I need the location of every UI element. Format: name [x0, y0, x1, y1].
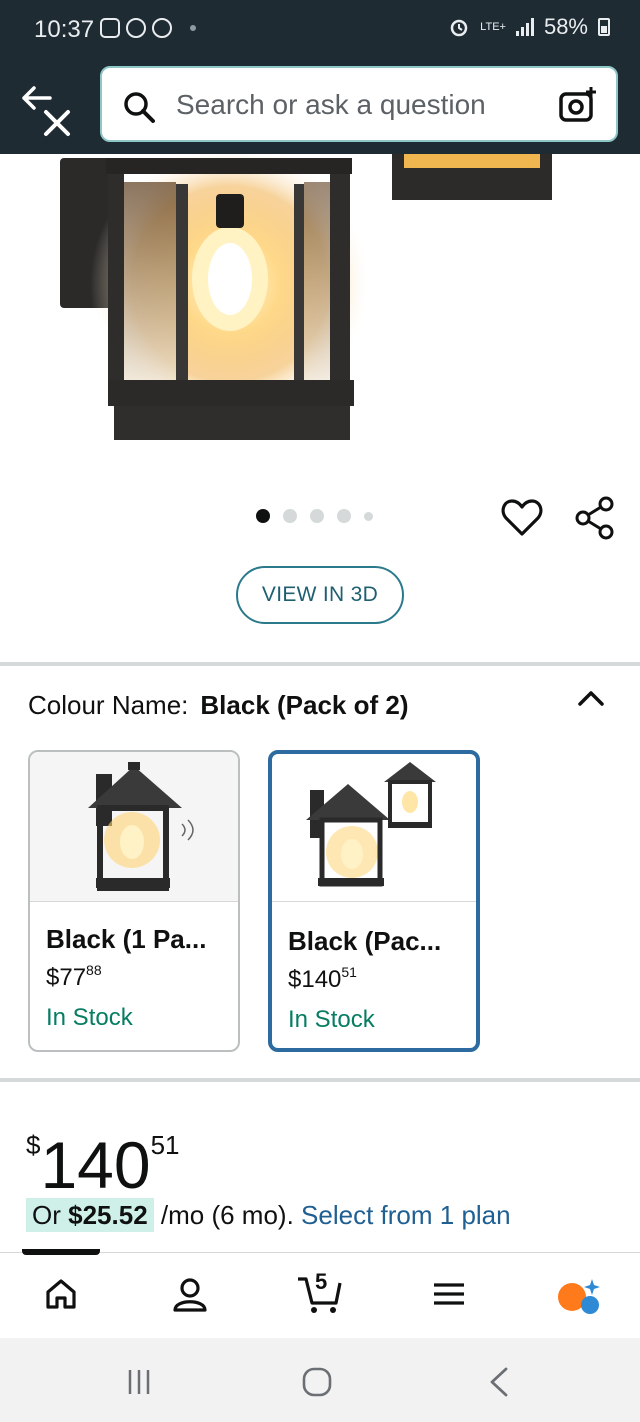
home-system-icon[interactable] [300, 1366, 336, 1398]
carousel-dot[interactable] [337, 509, 351, 523]
status-right: LTE+ 58% [448, 14, 610, 40]
app-notification-icon [152, 18, 172, 38]
battery-percent: 58% [543, 14, 588, 39]
section-divider [0, 662, 640, 666]
back-close-icon[interactable] [20, 82, 76, 138]
rufus-ai-icon[interactable] [554, 1277, 602, 1317]
app-header: 10:37 LTE+ 58% Search or ask a question [0, 0, 640, 154]
price-currency: $ [26, 1130, 41, 1160]
system-navigation-bar [0, 1338, 640, 1422]
cart-count: 5 [315, 1269, 328, 1294]
financing-term: /mo (6 mo). [160, 1200, 294, 1230]
status-time: 10:37 [34, 16, 95, 43]
more-notifications-dot [190, 25, 196, 31]
cart-button[interactable]: 5 [296, 1269, 344, 1315]
monthly-amount: $25.52 [68, 1200, 148, 1230]
heart-icon[interactable] [500, 496, 544, 540]
active-tab-indicator [22, 1249, 100, 1255]
swatch-image [30, 752, 238, 902]
back-icon[interactable] [486, 1366, 512, 1398]
network-type: LTE+ [480, 20, 506, 33]
github-notification-icon [126, 18, 146, 38]
account-icon[interactable] [172, 1277, 208, 1313]
monthly-payment-highlight: Or $25.52 [26, 1198, 154, 1232]
product-price: $14051 [26, 1112, 180, 1198]
view-in-3d-button[interactable]: VIEW IN 3D [236, 566, 404, 624]
carousel-dot[interactable] [364, 511, 373, 521]
recent-apps-icon[interactable] [124, 1368, 154, 1396]
single-lantern-thumbnail [88, 762, 194, 891]
search-icon [124, 92, 155, 123]
swatch-price-whole: $77 [46, 964, 87, 991]
swatch-price-whole: $140 [288, 966, 342, 993]
carousel-dot[interactable] [256, 509, 270, 523]
carousel-dot[interactable] [310, 509, 324, 523]
chevron-up-icon[interactable] [576, 684, 606, 714]
signal-icon [515, 18, 534, 36]
swatch-price-cents: 88 [86, 962, 102, 978]
swatch-stock-status: In Stock [46, 1004, 133, 1031]
share-icon[interactable] [574, 496, 616, 540]
swatch-stock-status: In Stock [288, 1006, 375, 1033]
carousel-dot[interactable] [283, 509, 297, 523]
price-whole: 140 [40, 1128, 151, 1202]
search-bar[interactable]: Search or ask a question [100, 66, 618, 142]
financing-line: Or $25.52 /mo (6 mo). Select from 1 plan [26, 1198, 511, 1232]
home-icon[interactable] [44, 1277, 78, 1311]
image-carousel-dots[interactable] [256, 509, 373, 523]
section-divider [0, 1078, 640, 1082]
colour-name-row: Colour Name: Black (Pack of 2) [28, 690, 409, 721]
swatch-image [272, 754, 476, 902]
swatch-price: $14051 [288, 964, 357, 994]
product-image[interactable] [0, 154, 640, 474]
colour-option-1-pack[interactable]: Black (1 Pa... $7788 In Stock [28, 750, 240, 1052]
select-plan-link[interactable]: Select from 1 plan [301, 1200, 511, 1230]
swatch-price: $7788 [46, 962, 102, 992]
swatch-name: Black (1 Pa... [46, 924, 207, 954]
colour-option-2-pack[interactable]: Black (Pac... $14051 In Stock [268, 750, 480, 1052]
menu-icon[interactable] [432, 1277, 466, 1311]
notification-icons [100, 18, 196, 38]
status-bar: 10:37 LTE+ 58% [0, 0, 640, 58]
bottom-navigation: 5 [0, 1249, 640, 1338]
camera-search-icon[interactable] [558, 86, 598, 124]
alarm-icon [450, 19, 468, 37]
battery-icon [598, 18, 610, 36]
price-cents: 51 [150, 1130, 180, 1160]
colour-selected-value: Black (Pack of 2) [200, 690, 409, 720]
lantern-product-image [60, 154, 552, 440]
colour-label: Colour Name: [28, 690, 189, 720]
gallery-notification-icon [100, 18, 120, 38]
swatch-price-cents: 51 [341, 964, 357, 980]
financing-prefix: Or [32, 1200, 61, 1230]
search-input[interactable]: Search or ask a question [176, 89, 486, 121]
two-lantern-thumbnail [306, 762, 436, 887]
swatch-name: Black (Pac... [288, 926, 442, 956]
